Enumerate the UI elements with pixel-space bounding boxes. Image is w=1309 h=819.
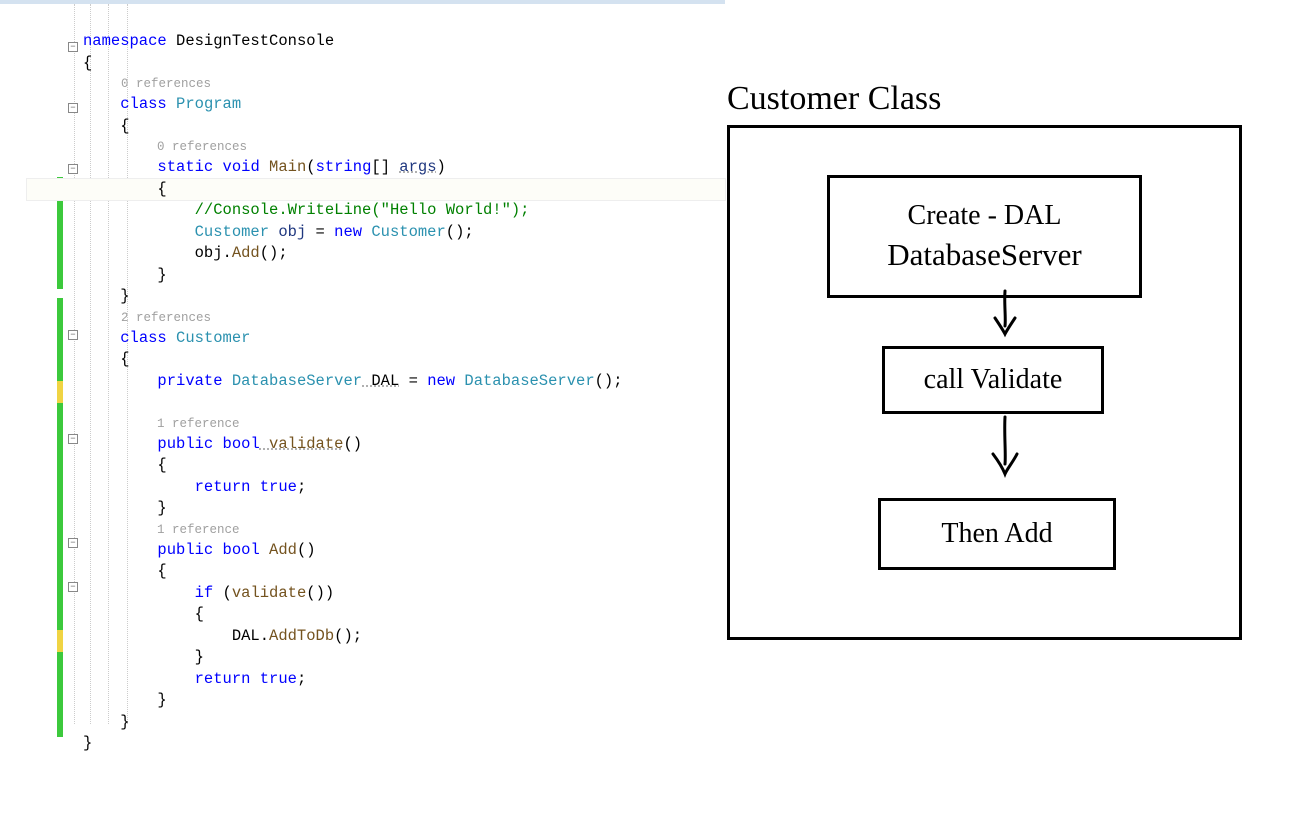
code-line[interactable]: private DatabaseServer DAL = new Databas…: [55, 371, 725, 393]
code-line[interactable]: {: [55, 455, 725, 477]
code-line[interactable]: namespace DesignTestConsole: [55, 31, 725, 53]
code-line[interactable]: //Console.WriteLine("Hello World!");: [55, 200, 725, 222]
code-editor: − − − − − − − namespace DesignTestConsol…: [0, 0, 725, 819]
code-line[interactable]: class Program: [55, 94, 725, 116]
code-line[interactable]: public bool Add(): [55, 540, 725, 562]
code-line[interactable]: DAL.AddToDb();: [55, 626, 725, 648]
code-line[interactable]: obj.Add();: [55, 243, 725, 265]
customer-class-box: Create - DAL DatabaseServer call Validat…: [727, 125, 1242, 640]
code-line[interactable]: public bool validate(): [55, 434, 725, 456]
code-line[interactable]: }: [55, 286, 725, 308]
code-line[interactable]: }: [55, 647, 725, 669]
code-line[interactable]: }: [55, 265, 725, 287]
code-line[interactable]: {: [55, 53, 725, 75]
code-line[interactable]: return true;: [55, 669, 725, 691]
arrow-down-icon: [985, 414, 1025, 479]
code-line[interactable]: }: [55, 690, 725, 712]
code-line[interactable]: }: [55, 498, 725, 520]
code-line-current[interactable]: {: [27, 179, 725, 201]
code-line[interactable]: static void Main(string[] args): [55, 157, 725, 179]
code-line[interactable]: {: [55, 116, 725, 138]
code-line[interactable]: if (validate()): [55, 583, 725, 605]
codelens-references[interactable]: 1 reference: [55, 520, 725, 540]
code-line[interactable]: class Customer: [55, 328, 725, 350]
codelens-references[interactable]: 2 references: [55, 308, 725, 328]
step-text: call Validate: [924, 361, 1063, 399]
codelens-references[interactable]: 1 reference: [55, 414, 725, 434]
code-line[interactable]: Customer obj = new Customer();: [55, 222, 725, 244]
arrow-down-icon: [985, 288, 1025, 338]
step-box-add: Then Add: [878, 498, 1116, 570]
step-text: Then Add: [941, 515, 1052, 553]
code-line[interactable]: {: [55, 604, 725, 626]
code-line[interactable]: {: [55, 561, 725, 583]
step-text: Create - DAL: [908, 197, 1062, 235]
step-box-validate: call Validate: [882, 346, 1104, 414]
code-line[interactable]: {: [55, 349, 725, 371]
diagram-title: Customer Class: [727, 80, 941, 118]
codelens-references[interactable]: 0 references: [55, 137, 725, 157]
code-line[interactable]: }: [55, 712, 725, 734]
code-line[interactable]: [55, 392, 725, 414]
diagram-pane: Customer Class Create - DAL DatabaseServ…: [725, 0, 1309, 819]
step-box-create-dal: Create - DAL DatabaseServer: [827, 175, 1142, 298]
codelens-references[interactable]: 0 references: [55, 74, 725, 94]
code-line[interactable]: }: [55, 733, 725, 755]
code-line[interactable]: return true;: [55, 477, 725, 499]
step-text: DatabaseServer: [887, 234, 1082, 276]
